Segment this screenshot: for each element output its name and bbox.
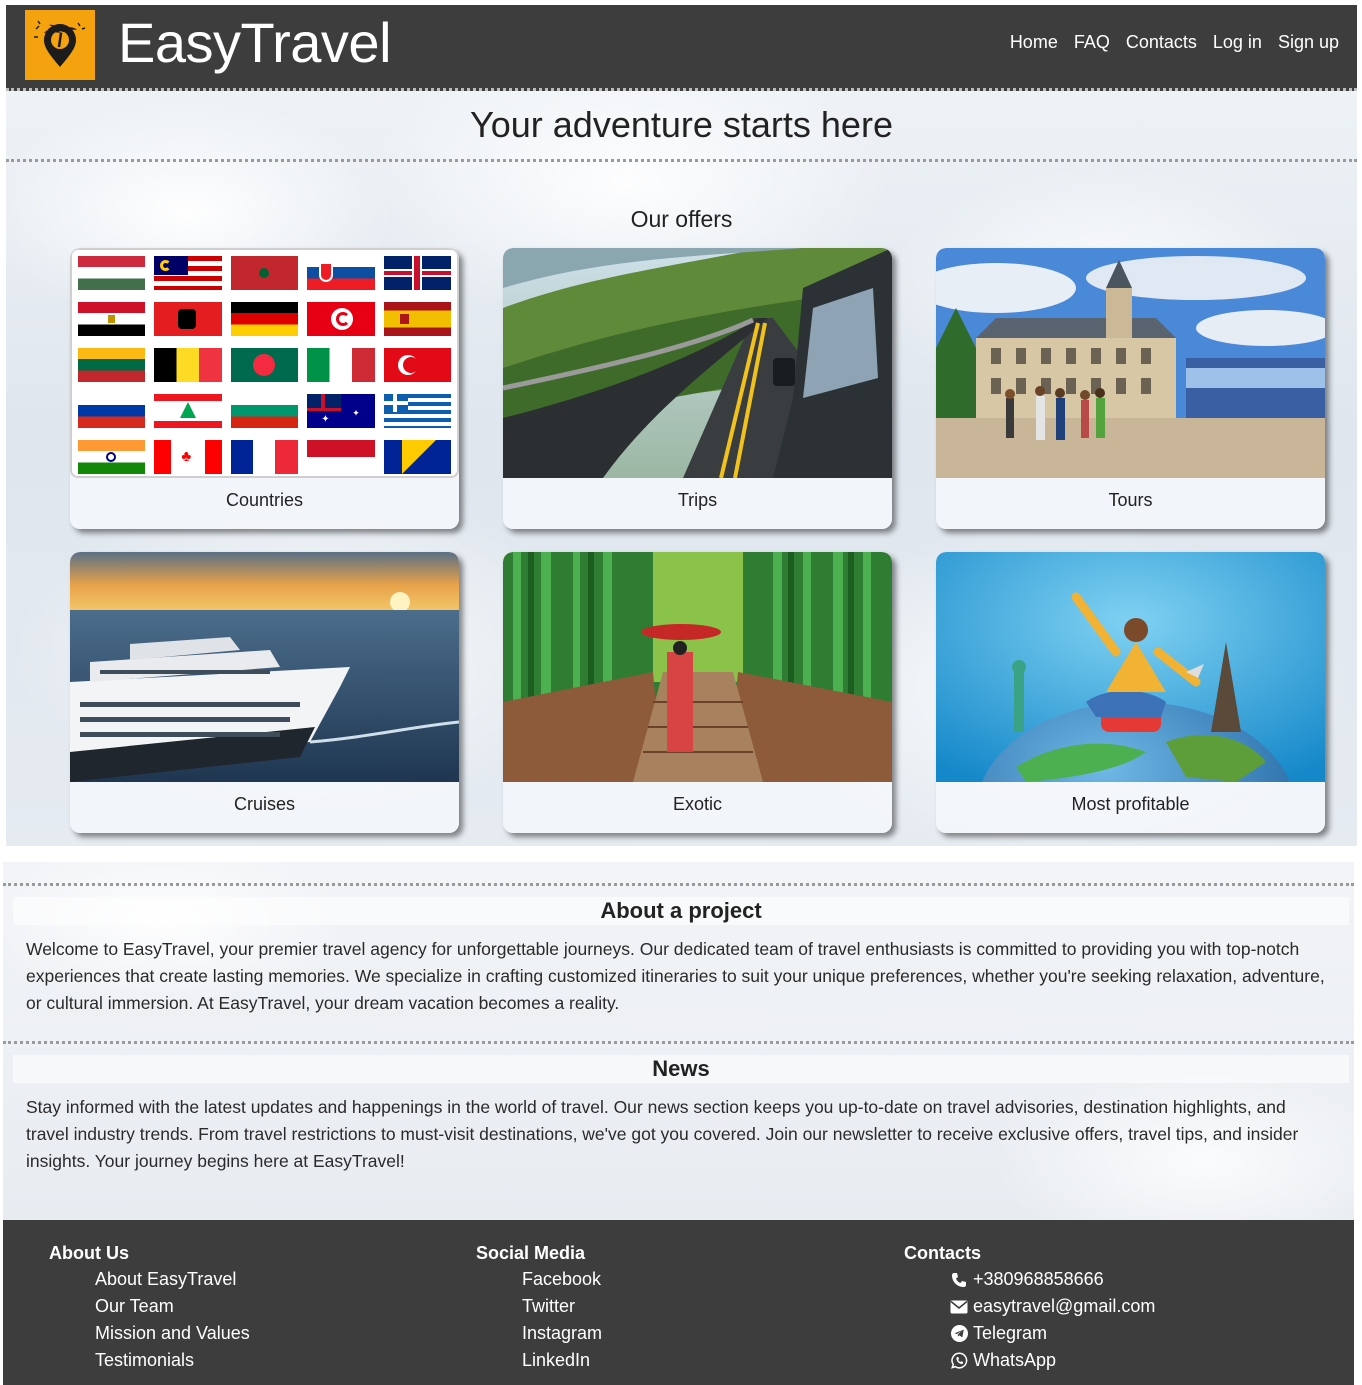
footer-link-about[interactable]: About EasyTravel [95,1266,250,1293]
about-title: About a project [13,897,1349,925]
nav-login[interactable]: Log in [1205,29,1270,55]
footer-contact-phone[interactable]: +380968858666 [950,1266,1155,1293]
offer-card-trips[interactable]: Trips [503,248,892,529]
footer-contact-whatsapp[interactable]: WhatsApp [950,1347,1155,1374]
nav-faq[interactable]: FAQ [1066,29,1118,55]
footer-link-linkedin[interactable]: LinkedIn [522,1347,602,1374]
offer-card-cruises[interactable]: Cruises [70,552,459,833]
nav-contacts[interactable]: Contacts [1118,29,1205,55]
footer-link-team[interactable]: Our Team [95,1293,250,1320]
offer-label: Tours [1108,490,1153,510]
logo[interactable] [25,10,95,80]
phone-icon [950,1271,968,1289]
footer-social-title: Social Media [476,1243,586,1263]
offer-card-most-profitable[interactable]: Most profitable [936,552,1325,833]
offers-title: Our offers [630,206,733,232]
site-footer: About Us About EasyTravel Our Team Missi… [3,1220,1354,1385]
offer-label: Countries [225,490,304,510]
nav-signup[interactable]: Sign up [1270,29,1347,55]
tagline: Your adventure starts here [470,104,893,145]
envelope-icon [950,1298,968,1316]
footer-link-instagram[interactable]: Instagram [522,1320,602,1347]
footer-contacts-title: Contacts [904,1243,982,1263]
whatsapp-icon [950,1352,968,1370]
world-flags-image: ✦ ✦ ♣ [70,248,459,478]
main-nav: Home FAQ Contacts Log in Sign up [1002,29,1347,55]
phone-text: +380968858666 [973,1269,1104,1289]
footer-link-twitter[interactable]: Twitter [522,1293,602,1320]
footer-social-column: Social Media Facebook Twitter Instagram … [476,1240,602,1374]
divider [6,159,1357,162]
news-title: News [13,1055,1349,1083]
offer-label: Cruises [233,794,295,814]
traveler-on-globe-image [936,552,1325,782]
whatsapp-text: WhatsApp [973,1350,1057,1370]
footer-link-testimonials[interactable]: Testimonials [95,1347,250,1374]
divider [3,1041,1354,1044]
email-text: easytravel@gmail.com [973,1296,1156,1316]
footer-about-title: About Us [49,1243,129,1263]
nav-home[interactable]: Home [1002,29,1066,55]
footer-contacts-column: Contacts +380968858666 easytravel@gmail.… [904,1240,1155,1374]
footer-about-column: About Us About EasyTravel Our Team Missi… [49,1240,250,1374]
offer-label: Most profitable [1071,794,1190,814]
divider [3,883,1354,886]
telegram-text: Telegram [973,1323,1048,1343]
footer-link-facebook[interactable]: Facebook [522,1266,602,1293]
offer-label: Trips [677,490,718,510]
telegram-icon [950,1325,968,1343]
footer-contact-email[interactable]: easytravel@gmail.com [950,1293,1155,1320]
offer-card-countries[interactable]: ✦ ✦ ♣ Countries [70,248,459,529]
palm-tree-location-pin-icon [34,20,86,67]
offer-label: Exotic [672,794,723,814]
city-hall-tourists-image [936,248,1325,478]
offer-card-exotic[interactable]: Exotic [503,552,892,833]
mountain-road-car-image [503,248,892,478]
footer-contact-telegram[interactable]: Telegram [950,1320,1155,1347]
bamboo-forest-kimono-image [503,552,892,782]
news-text: Stay informed with the latest updates an… [26,1097,1299,1171]
brand-name[interactable]: EasyTravel [118,7,392,79]
about-text: Welcome to EasyTravel, your premier trav… [26,939,1325,1013]
cruise-ship-sunset-image [70,552,459,782]
site-header: EasyTravel Home FAQ Contacts Log in Sign… [6,5,1357,91]
footer-link-mission[interactable]: Mission and Values [95,1320,250,1347]
offer-card-tours[interactable]: Tours [936,248,1325,529]
